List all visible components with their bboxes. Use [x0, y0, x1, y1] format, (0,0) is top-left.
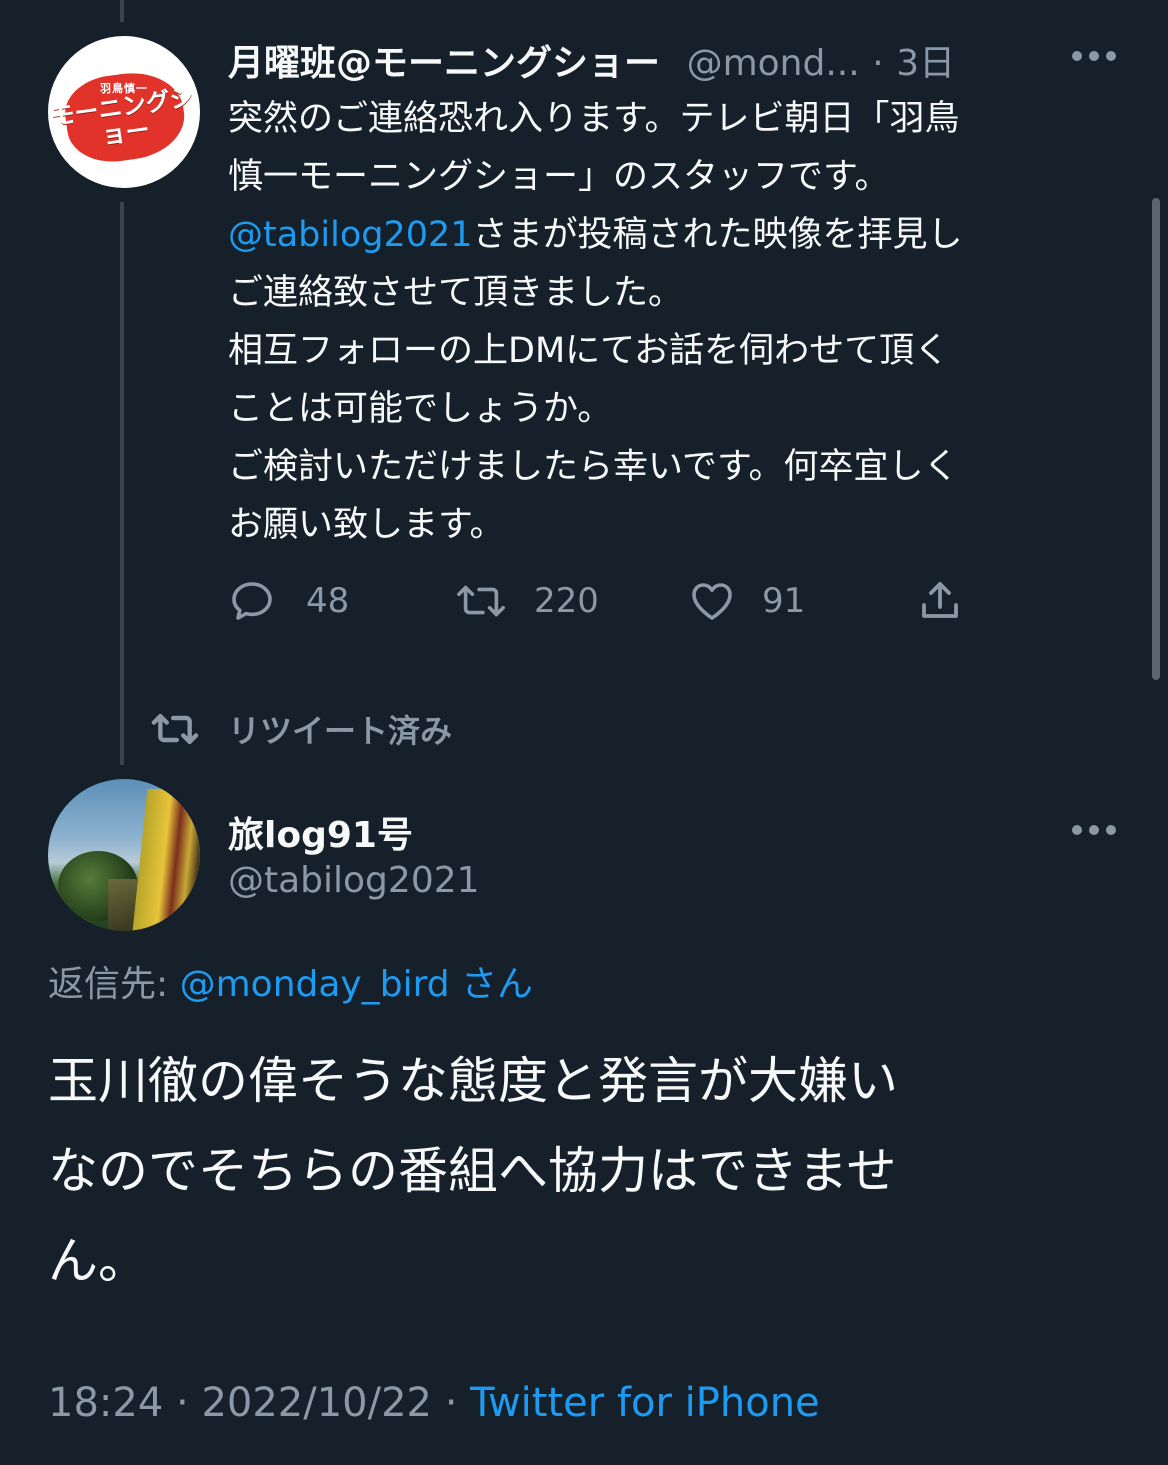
meta-separator: ·	[176, 1380, 189, 1426]
retweeted-label: リツイート済み	[228, 712, 453, 750]
main-tweet-line: ん。	[48, 1232, 148, 1290]
tweet-line: お願い致します。	[228, 505, 505, 545]
mention-link[interactable]: @tabilog2021	[228, 215, 473, 255]
tweet-line: 突然のご連絡恐れ入ります。テレビ朝日「羽鳥	[228, 99, 960, 139]
thread-line-top	[120, 0, 124, 22]
retweet-icon	[457, 585, 505, 617]
more-options-icon[interactable]	[1072, 824, 1116, 836]
tweet-text: 突然のご連絡恐れ入ります。テレビ朝日「羽鳥 慎一モーニングショー」のスタッフです…	[228, 90, 1128, 554]
display-name[interactable]: 月曜班@モーニングショー	[228, 43, 660, 84]
meta-separator: ·	[444, 1380, 458, 1426]
main-tweet-line: なのでそちらの番組へ協力はできませ	[48, 1142, 897, 1200]
avatar-monday-bird[interactable]: 羽鳥慎一 モーニングショー	[48, 36, 200, 188]
reply-icon	[232, 582, 272, 620]
retweet-button[interactable]: 220	[456, 576, 599, 626]
like-count: 91	[762, 581, 806, 621]
more-options-icon[interactable]	[1072, 50, 1116, 62]
thread-line	[120, 202, 124, 765]
tweet-date[interactable]: 2022/10/22	[201, 1380, 432, 1426]
timestamp[interactable]: 3日	[896, 43, 955, 84]
tweet-line: @tabilog2021さまが投稿された映像を拝見し	[228, 206, 1128, 264]
share-icon	[922, 582, 958, 618]
avatar-photo-train	[132, 789, 200, 931]
handle[interactable]: @tabilog2021	[228, 860, 480, 901]
retweet-icon	[151, 713, 199, 745]
reply-button[interactable]: 48	[228, 576, 349, 626]
reply-suffix: さん	[461, 964, 534, 1005]
tweet-line: ご連絡致させて頂きました。	[228, 273, 684, 313]
tweet-line: ご検討いただけましたら幸いです。何卒宜しく	[228, 447, 959, 487]
tweet-metadata: 18:24 · 2022/10/22 · Twitter for iPhone	[48, 1380, 820, 1426]
reply-count: 48	[306, 581, 350, 621]
retweet-count: 220	[534, 581, 599, 621]
reply-mention-link[interactable]: @monday_bird	[180, 964, 450, 1005]
reply-context: 返信先: @monday_bird さん	[48, 955, 533, 1007]
time-separator: ·	[872, 43, 884, 84]
tweet-line-text: さまが投稿された映像を拝見し	[472, 215, 963, 255]
display-name[interactable]: 旅log91号	[228, 806, 413, 858]
like-button[interactable]: 91	[688, 576, 805, 626]
tweet-header: 月曜班@モーニングショー @mond... · 3日	[228, 34, 955, 86]
tweet-line: 慎一モーニングショー」のスタッフです。	[228, 157, 890, 197]
scrollbar[interactable]	[1152, 198, 1160, 680]
tweet-source-link[interactable]: Twitter for iPhone	[470, 1380, 820, 1426]
tweet-time[interactable]: 18:24	[48, 1380, 163, 1426]
main-tweet-line: 玉川徹の偉そうな態度と発言が大嫌い	[48, 1052, 898, 1110]
retweeted-indicator: リツイート済み	[148, 705, 452, 753]
tweet-line: 相互フォローの上DMにてお話を伺わせて頂く	[228, 331, 950, 371]
main-tweet-text: 玉川徹の偉そうな態度と発言が大嫌い なのでそちらの番組へ協力はできませ ん。	[48, 1036, 1128, 1306]
share-button[interactable]	[916, 576, 964, 626]
heart-icon	[692, 583, 732, 620]
tweet-line: ことは可能でしょうか。	[228, 389, 613, 429]
handle[interactable]: @mond...	[687, 43, 860, 84]
avatar-tabilog[interactable]	[48, 779, 200, 931]
reply-prefix: 返信先:	[48, 964, 169, 1005]
